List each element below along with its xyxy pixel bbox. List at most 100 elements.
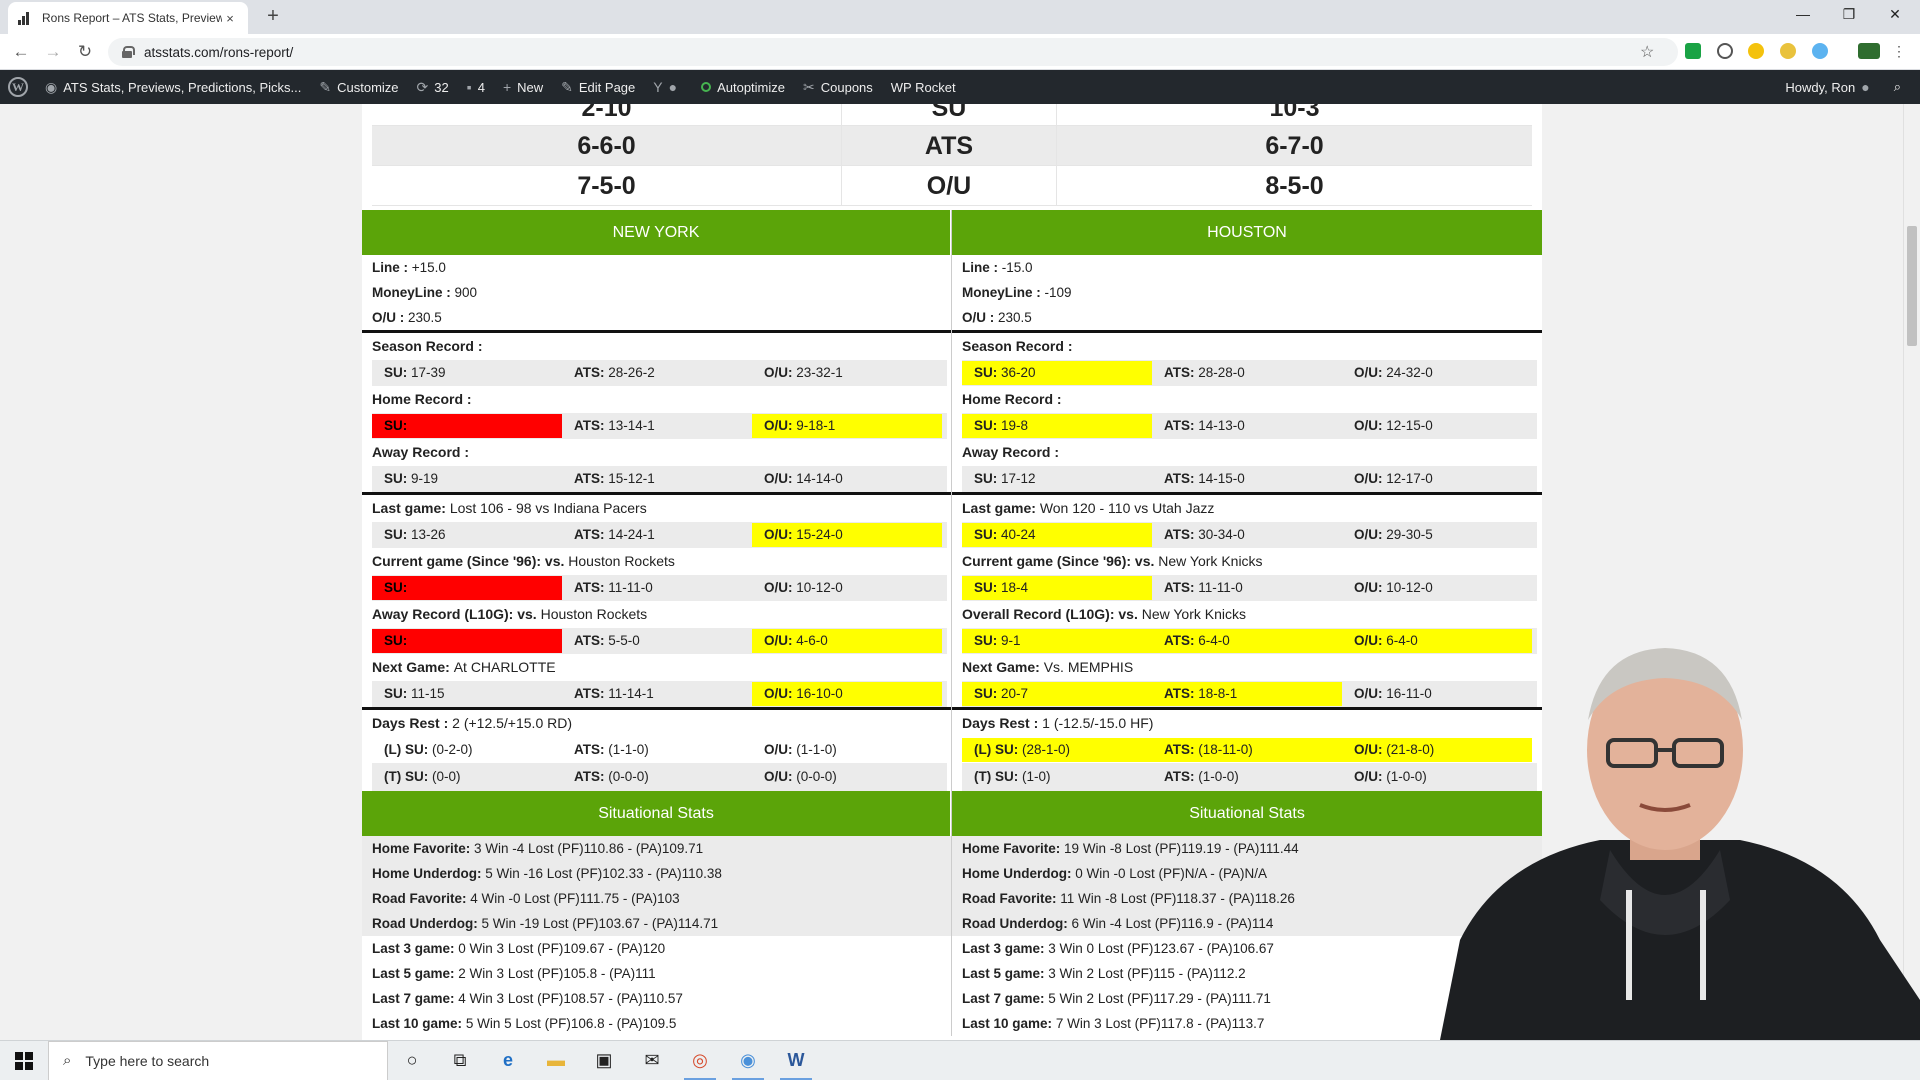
extension-circle-icon[interactable] (1717, 43, 1733, 59)
l10g-label: Away Record (L10G): vs. Houston Rockets (372, 606, 648, 622)
autoptimize-status-icon (701, 82, 712, 92)
refresh-icon: ⟳ (416, 78, 429, 95)
situational-row: Home Favorite: 3 Win -4 Lost (PF)110.86 … (362, 836, 951, 861)
task-view-icon[interactable]: ⧉ (436, 1041, 484, 1080)
extension-cloud-icon[interactable] (1812, 43, 1828, 59)
chrome-icon[interactable]: ◎ (676, 1041, 724, 1080)
admin-autoptimize[interactable]: Autoptimize (692, 70, 794, 104)
admin-yoast[interactable]: Y ● (644, 70, 692, 104)
admin-howdy[interactable]: Howdy, Ron ● (1776, 70, 1884, 104)
season-record-label: Season Record : (372, 338, 483, 354)
comment-icon: ▪ (466, 79, 472, 95)
restore-icon[interactable]: ❐ (1826, 0, 1872, 30)
ou-row: O/U : 230.5 (962, 310, 1032, 325)
browser-toolbar: ← → ↻ atsstats.com/rons-report/ ☆ (0, 34, 1920, 70)
away-record-label: Away Record : (962, 444, 1059, 460)
home-record-stats: SU: 19-8 ATS: 14-13-0 O/U: 12-15-0 (962, 413, 1537, 439)
browser-tab[interactable]: Rons Report – ATS Stats, Preview × (8, 2, 248, 34)
l10g-label: Overall Record (L10G): vs. New York Knic… (962, 606, 1247, 622)
browser-menu-icon[interactable]: ⋮ (1892, 43, 1906, 59)
summary-table: 2-10 SU 10-3 6-6-0 ATS 6-7-0 7-5-0 O/U 8… (372, 104, 1532, 206)
days-rest-l-stats: (L) SU: (0-2-0) ATS: (1-1-0) O/U: (1-1-0… (372, 737, 947, 763)
bookmark-star-icon[interactable]: ☆ (1640, 42, 1654, 62)
situational-row: Road Favorite: 4 Win -0 Lost (PF)111.75 … (362, 886, 951, 911)
browser-tabstrip: Rons Report – ATS Stats, Preview × + — ❐… (0, 0, 1920, 34)
admin-customize[interactable]: ✎ Customize (310, 70, 407, 104)
yoast-icon: Y (653, 79, 663, 95)
admin-new[interactable]: + New (494, 70, 552, 104)
situational-row: Home Underdog: 5 Win -16 Lost (PF)102.33… (362, 861, 951, 886)
situational-row: Last 3 game: 0 Win 3 Lost (PF)109.67 - (… (372, 941, 666, 956)
profile-avatar-icon[interactable] (1858, 43, 1880, 59)
summary-row-ats: 6-6-0 ATS 6-7-0 (372, 126, 1532, 166)
home-record-label: Home Record : (372, 391, 472, 407)
away-record-stats: SU: 9-19 ATS: 15-12-1 O/U: 14-14-0 (372, 466, 947, 492)
admin-comments[interactable]: ▪ 4 (458, 70, 494, 104)
last-game-label: Last game: Lost 106 - 98 vs Indiana Pace… (372, 500, 647, 516)
last-game-stats: SU: 40-24 ATS: 30-34-0 O/U: 29-30-5 (962, 522, 1537, 548)
moneyline-row: MoneyLine : -109 (962, 285, 1072, 300)
situational-row: Road Underdog: 5 Win -19 Lost (PF)103.67… (362, 911, 951, 936)
brush-icon: ✎ (319, 78, 332, 95)
minimize-icon[interactable]: — (1780, 0, 1826, 30)
next-game-label: Next Game: At CHARLOTTE (372, 659, 556, 675)
admin-wp-rocket[interactable]: WP Rocket (882, 70, 965, 104)
current-game-stats: SU: 18-4 ATS: 11-11-0 O/U: 10-12-0 (962, 575, 1537, 601)
new-tab-button[interactable]: + (260, 4, 286, 30)
admin-search-icon[interactable]: ⌕ (1885, 70, 1910, 104)
extension-check-icon[interactable] (1685, 43, 1701, 59)
status-dot-icon: ● (668, 79, 678, 95)
away-record-stats: SU: 17-12 ATS: 14-15-0 O/U: 12-17-0 (962, 466, 1537, 492)
scrollbar-thumb[interactable] (1907, 226, 1917, 346)
mail-icon[interactable]: ✉ (628, 1041, 676, 1080)
windows-logo-icon (15, 1051, 33, 1070)
address-bar[interactable]: atsstats.com/rons-report/ (108, 38, 1678, 66)
wp-admin-bar: W ◉ ATS Stats, Previews, Predictions, Pic… (0, 70, 1920, 104)
next-game-stats: SU: 11-15 ATS: 11-14-1 O/U: 16-10-0 (372, 681, 947, 707)
last-game-stats: SU: 13-26 ATS: 14-24-1 O/U: 15-24-0 (372, 522, 947, 548)
team-header: NEW YORK (362, 210, 951, 255)
admin-coupons[interactable]: ✂ Coupons (794, 70, 882, 104)
url-text: atsstats.com/rons-report/ (144, 44, 294, 60)
ou-row: O/U : 230.5 (372, 310, 442, 325)
close-window-icon[interactable]: ✕ (1872, 0, 1918, 30)
pencil-icon: ✎ (561, 78, 573, 95)
extension-yellow-icon[interactable] (1748, 43, 1764, 59)
webcam-overlay (1400, 640, 1920, 1040)
line-row: Line : -15.0 (962, 260, 1033, 275)
last-game-label: Last game: Won 120 - 110 vs Utah Jazz (962, 500, 1215, 516)
admin-edit-page[interactable]: ✎ Edit Page (552, 70, 644, 104)
back-arrow-icon[interactable]: ← (8, 40, 34, 64)
situational-row: Last 5 game: 2 Win 3 Lost (PF)105.8 - (P… (372, 966, 656, 981)
extension-search-icon[interactable] (1780, 43, 1796, 59)
wordpress-logo-icon[interactable]: W (8, 77, 28, 97)
home-record-label: Home Record : (962, 391, 1062, 407)
days-rest-t-stats: (T) SU: (0-0) ATS: (0-0-0) O/U: (0-0-0) (372, 763, 947, 791)
situational-row: Last 10 game: 5 Win 5 Lost (PF)106.8 - (… (372, 1016, 677, 1031)
situational-header: Situational Stats (362, 791, 951, 836)
edge-icon[interactable]: e (484, 1041, 532, 1080)
current-game-label: Current game (Since '96): vs. Houston Ro… (372, 553, 675, 569)
reload-icon[interactable]: ↻ (72, 40, 98, 64)
start-button[interactable] (0, 1041, 48, 1080)
team-header: HOUSTON (952, 210, 1542, 255)
admin-updates[interactable]: ⟳ 32 (408, 70, 458, 104)
taskbar-search-input[interactable]: ⌕ Type here to search (48, 1040, 388, 1080)
forward-arrow-icon[interactable]: → (40, 40, 66, 64)
cortana-icon[interactable]: ○ (388, 1041, 436, 1080)
recorder-icon[interactable]: ◉ (724, 1041, 772, 1080)
line-row: Line : +15.0 (372, 260, 446, 275)
file-explorer-icon[interactable]: ▬ (532, 1041, 580, 1080)
plus-icon: + (502, 79, 512, 95)
team-columns: NEW YORK Line : +15.0 MoneyLine : 900 O/… (362, 210, 1542, 1036)
word-icon[interactable]: W (772, 1041, 820, 1080)
store-icon[interactable]: ▣ (580, 1041, 628, 1080)
summary-row-ou: 7-5-0 O/U 8-5-0 (372, 166, 1532, 206)
situational-row: Last 7 game: 4 Win 3 Lost (PF)108.57 - (… (372, 991, 683, 1006)
windows-taskbar: ⌕ Type here to search ○ ⧉ e ▬ ▣ ✉ ◎ ◉ W (0, 1040, 1920, 1080)
tab-close-icon[interactable]: × (222, 11, 238, 26)
scissors-icon: ✂ (803, 78, 815, 95)
season-record-stats: SU: 36-20 ATS: 28-28-0 O/U: 24-32-0 (962, 360, 1537, 386)
report-content: 2-10 SU 10-3 6-6-0 ATS 6-7-0 7-5-0 O/U 8… (362, 104, 1542, 1040)
admin-site-name[interactable]: ◉ ATS Stats, Previews, Predictions, Picks… (36, 70, 310, 104)
